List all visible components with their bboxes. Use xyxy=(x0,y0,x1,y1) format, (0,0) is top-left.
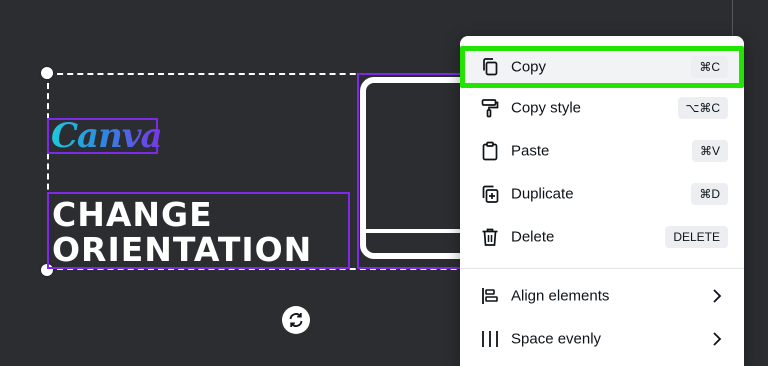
menu-item-label: Duplicate xyxy=(511,185,574,203)
menu-item-duplicate[interactable]: Duplicate ⌘D xyxy=(460,174,744,214)
menu-item-space-evenly[interactable]: Space evenly xyxy=(460,319,744,359)
menu-item-paste[interactable]: Paste ⌘V xyxy=(460,131,744,171)
copy-icon xyxy=(480,57,500,77)
clipboard-icon xyxy=(480,141,500,161)
guide-line xyxy=(732,0,733,40)
menu-divider xyxy=(460,268,744,269)
rotate-handle[interactable] xyxy=(282,306,310,334)
shortcut-badge: ⌘D xyxy=(691,183,728,205)
rotate-icon xyxy=(287,311,305,329)
chevron-right-icon xyxy=(712,288,722,304)
canva-logo-element[interactable]: Canva xyxy=(47,118,163,154)
space-evenly-icon xyxy=(480,329,500,349)
menu-item-align-elements[interactable]: Align elements xyxy=(460,276,744,316)
menu-item-label: Paste xyxy=(511,142,550,160)
menu-item-copy-style[interactable]: Copy style ⌥⌘C xyxy=(460,88,744,128)
shortcut-badge: ⌥⌘C xyxy=(677,97,728,119)
title-line-1: CHANGE xyxy=(52,195,213,234)
shortcut-badge: ⌘C xyxy=(691,56,728,78)
chevron-right-icon xyxy=(712,331,722,347)
menu-item-label: Delete xyxy=(511,228,555,246)
menu-item-label: Space evenly xyxy=(511,330,602,348)
menu-item-delete[interactable]: Delete DELETE xyxy=(460,217,744,257)
duplicate-icon xyxy=(480,184,500,204)
menu-item-label: Copy style xyxy=(511,99,582,117)
canva-logo-text: Canva xyxy=(51,116,163,156)
menu-item-label: Copy xyxy=(511,58,547,76)
menu-item-copy[interactable]: Copy ⌘C xyxy=(460,46,744,88)
title-line-2: ORIENTATION xyxy=(52,230,313,269)
paint-roller-icon xyxy=(480,98,500,118)
trash-icon xyxy=(480,227,500,247)
title-text-element[interactable]: CHANGE ORIENTATION xyxy=(47,192,350,269)
align-icon xyxy=(480,286,500,306)
menu-item-label: Align elements xyxy=(511,287,610,305)
shortcut-badge: DELETE xyxy=(665,226,728,248)
resize-handle-top-left[interactable] xyxy=(41,67,53,79)
context-menu: Copy ⌘C Copy style ⌥⌘C Paste ⌘V Duplicat… xyxy=(460,36,744,366)
shortcut-badge: ⌘V xyxy=(691,140,728,162)
